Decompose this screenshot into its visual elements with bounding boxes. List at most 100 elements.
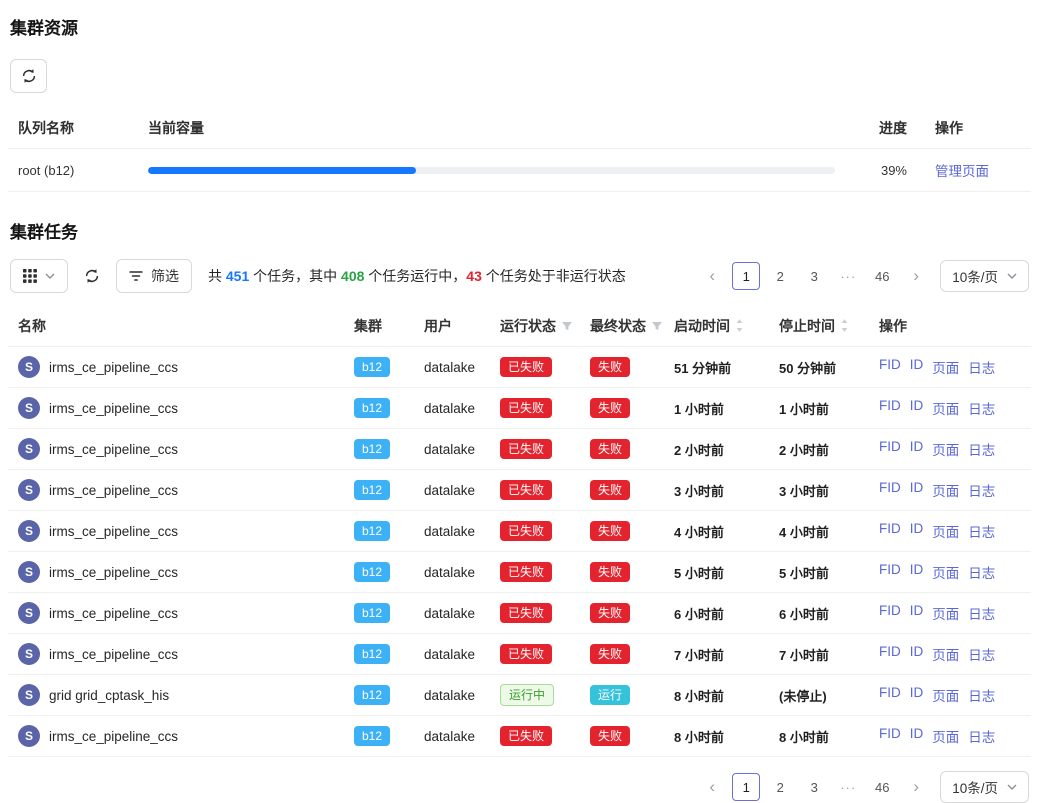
cluster-badge: b12 (354, 603, 390, 623)
page-link[interactable]: 页面 (932, 357, 959, 377)
manage-page-link[interactable]: 管理页面 (935, 164, 989, 179)
page-link[interactable]: 页面 (932, 685, 959, 705)
fid-link[interactable]: FID (879, 562, 901, 582)
log-link[interactable]: 日志 (968, 439, 995, 459)
chevron-down-icon (1007, 784, 1017, 790)
start-time: 51 分钟前 (674, 358, 779, 377)
page-link[interactable]: 页面 (932, 603, 959, 623)
fid-link[interactable]: FID (879, 398, 901, 418)
pagination-page-1[interactable]: 1 (732, 262, 760, 290)
id-link[interactable]: ID (910, 685, 924, 705)
id-link[interactable]: ID (910, 521, 924, 541)
final-status-badge: 失败 (590, 357, 630, 377)
fid-link[interactable]: FID (879, 439, 901, 459)
page-size-label: 10条/页 (952, 266, 998, 286)
header-actions: 操作 (935, 118, 1021, 138)
log-link[interactable]: 日志 (968, 562, 995, 582)
log-link[interactable]: 日志 (968, 603, 995, 623)
sort-icon[interactable] (840, 318, 849, 333)
log-link[interactable]: 日志 (968, 357, 995, 377)
fid-link[interactable]: FID (879, 685, 901, 705)
table-row: S irms_ce_pipeline_ccs b12 datalake 已失败 … (8, 511, 1031, 552)
pagination-page-2[interactable]: 2 (766, 262, 794, 290)
stop-time: 50 分钟前 (779, 358, 879, 377)
pagination-next[interactable]: › (902, 262, 930, 290)
task-name: irms_ce_pipeline_ccs (49, 360, 178, 375)
pagination-page-2[interactable]: 2 (766, 773, 794, 801)
log-link[interactable]: 日志 (968, 480, 995, 500)
pagination-prev[interactable]: ‹ (698, 773, 726, 801)
pagination-page-46[interactable]: 46 (868, 262, 896, 290)
resources-table: 队列名称 当前容量 进度 操作 root (b12) 39% 管理页面 (8, 107, 1031, 192)
refresh-icon (84, 268, 100, 284)
run-status-badge: 已失败 (500, 398, 552, 418)
page-link[interactable]: 页面 (932, 644, 959, 664)
pagination-ellipsis[interactable]: ··· (834, 262, 862, 290)
page-link[interactable]: 页面 (932, 439, 959, 459)
pagination-prev[interactable]: ‹ (698, 262, 726, 290)
filter-button[interactable]: 筛选 (116, 259, 192, 293)
header-stop-time: 停止时间 (779, 316, 835, 336)
page-link[interactable]: 页面 (932, 562, 959, 582)
pagination-page-3[interactable]: 3 (800, 773, 828, 801)
header-cluster: 集群 (354, 316, 424, 336)
tasks-refresh-button[interactable] (80, 259, 104, 293)
summary-not-running-count: 43 (466, 268, 482, 284)
page-size-select[interactable]: 10条/页 (940, 771, 1029, 803)
id-link[interactable]: ID (910, 439, 924, 459)
summary-part3: 个任务运行中， (364, 268, 466, 284)
avatar: S (18, 561, 40, 583)
chevron-down-icon (45, 273, 55, 279)
filter-funnel-icon[interactable] (561, 320, 573, 332)
pagination-page-3[interactable]: 3 (800, 262, 828, 290)
filter-funnel-icon[interactable] (651, 320, 663, 332)
final-status-badge: 失败 (590, 562, 630, 582)
page-link[interactable]: 页面 (932, 726, 959, 746)
task-name: irms_ce_pipeline_ccs (49, 483, 178, 498)
fid-link[interactable]: FID (879, 603, 901, 623)
log-link[interactable]: 日志 (968, 521, 995, 541)
final-status-badge: 失败 (590, 480, 630, 500)
pagination-page-1[interactable]: 1 (732, 773, 760, 801)
run-status-badge: 已失败 (500, 726, 552, 746)
log-link[interactable]: 日志 (968, 685, 995, 705)
page-link[interactable]: 页面 (932, 480, 959, 500)
start-time: 1 小时前 (674, 399, 779, 418)
final-status-badge: 失败 (590, 644, 630, 664)
filter-button-label: 筛选 (151, 266, 179, 286)
id-link[interactable]: ID (910, 562, 924, 582)
pagination-ellipsis[interactable]: ··· (834, 773, 862, 801)
avatar: S (18, 520, 40, 542)
stop-time: (未停止) (779, 686, 879, 705)
fid-link[interactable]: FID (879, 521, 901, 541)
log-link[interactable]: 日志 (968, 644, 995, 664)
log-link[interactable]: 日志 (968, 398, 995, 418)
chevron-down-icon (1007, 273, 1017, 279)
id-link[interactable]: ID (910, 357, 924, 377)
page-link[interactable]: 页面 (932, 521, 959, 541)
id-link[interactable]: ID (910, 644, 924, 664)
stop-time: 7 小时前 (779, 645, 879, 664)
id-link[interactable]: ID (910, 603, 924, 623)
fid-link[interactable]: FID (879, 644, 901, 664)
tasks-summary: 共 451 个任务，其中 408 个任务运行中，43 个任务处于非运行状态 (208, 266, 626, 286)
fid-link[interactable]: FID (879, 726, 901, 746)
sort-icon[interactable] (735, 318, 744, 333)
log-link[interactable]: 日志 (968, 726, 995, 746)
page-size-select[interactable]: 10条/页 (940, 260, 1029, 292)
id-link[interactable]: ID (910, 398, 924, 418)
fid-link[interactable]: FID (879, 357, 901, 377)
resources-refresh-button[interactable] (10, 59, 47, 93)
start-time: 5 小时前 (674, 563, 779, 582)
page-link[interactable]: 页面 (932, 398, 959, 418)
column-settings-button[interactable] (10, 259, 68, 293)
id-link[interactable]: ID (910, 726, 924, 746)
task-user: datalake (424, 565, 500, 580)
fid-link[interactable]: FID (879, 480, 901, 500)
final-status-badge: 失败 (590, 439, 630, 459)
run-status-badge: 已失败 (500, 480, 552, 500)
pagination-next[interactable]: › (902, 773, 930, 801)
id-link[interactable]: ID (910, 480, 924, 500)
summary-part2: 个任务，其中 (249, 268, 341, 284)
pagination-page-46[interactable]: 46 (868, 773, 896, 801)
